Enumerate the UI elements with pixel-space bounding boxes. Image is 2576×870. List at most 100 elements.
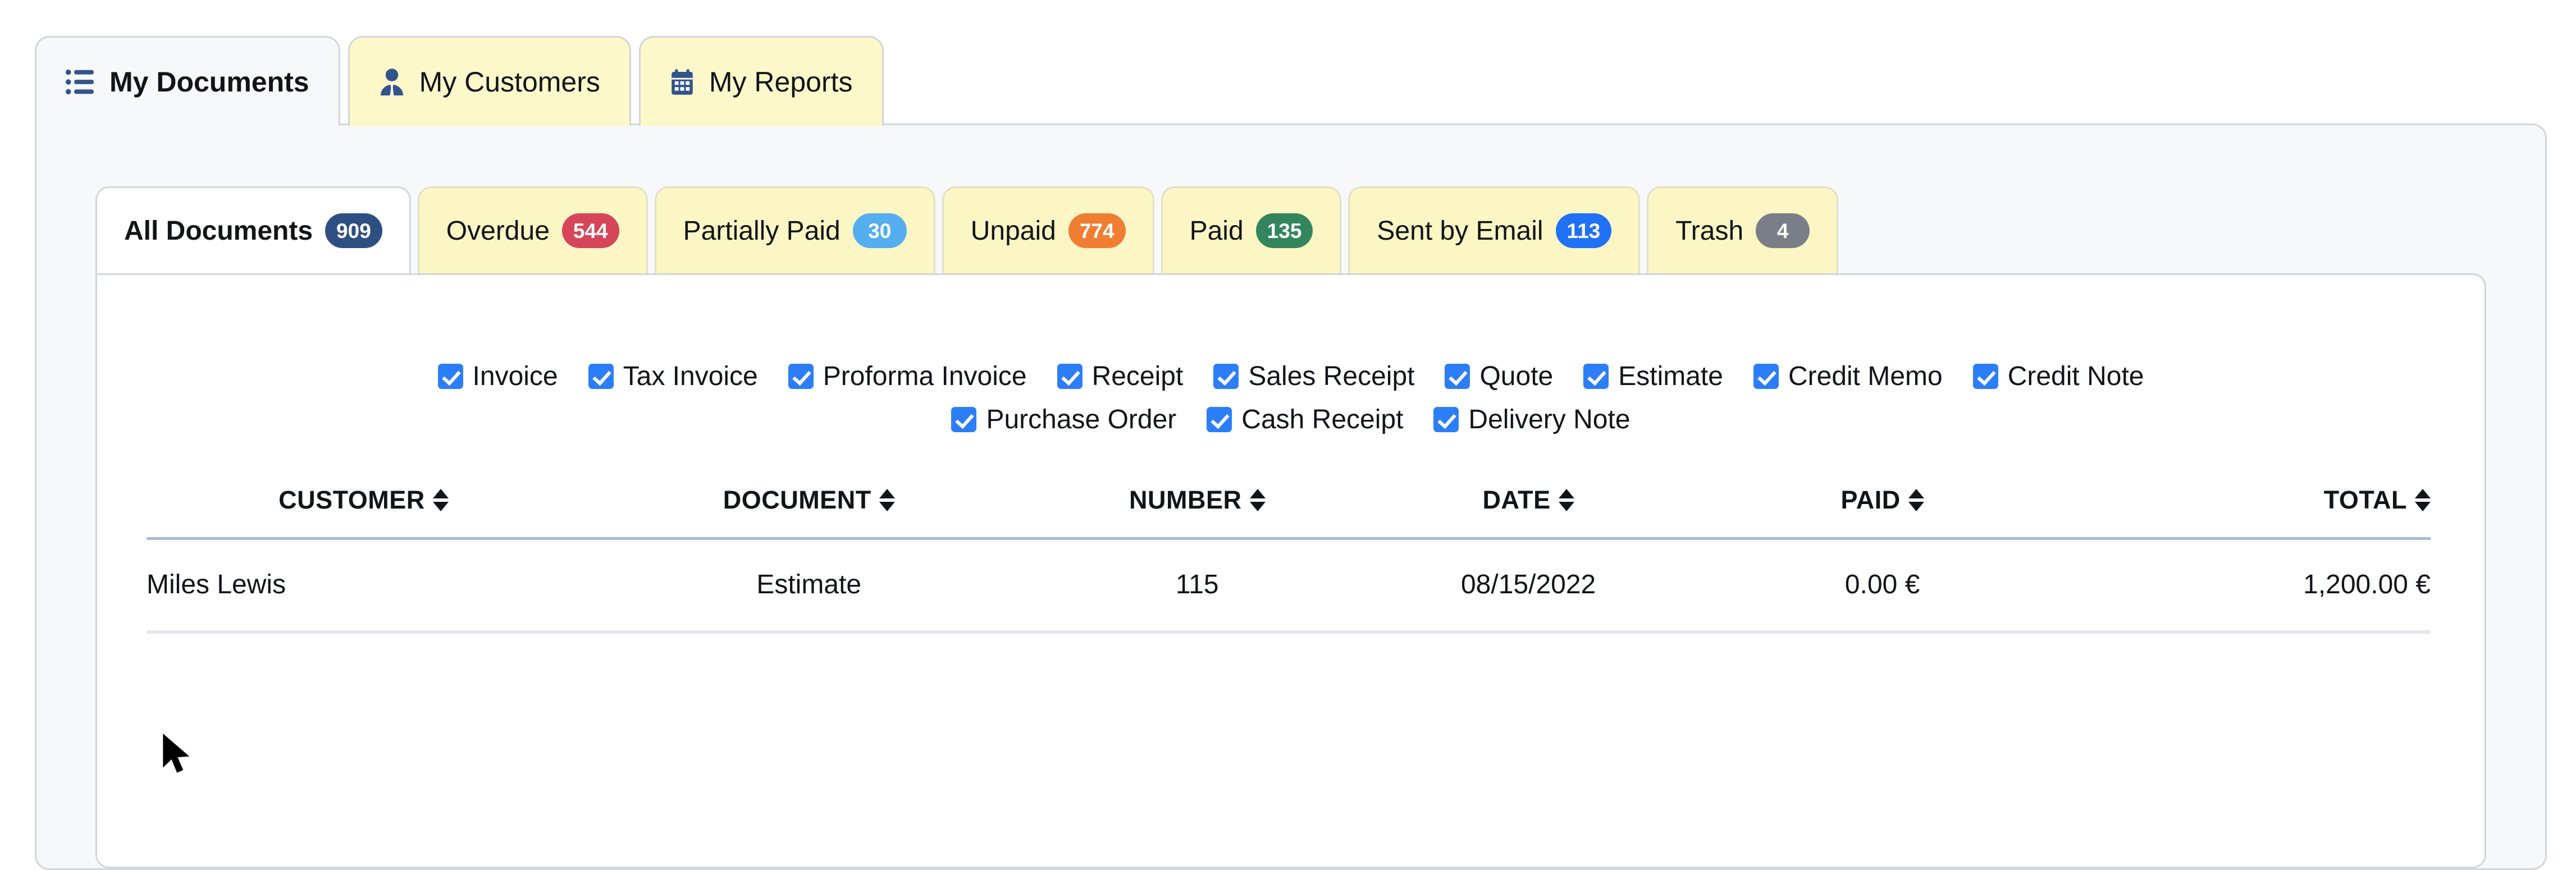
- filter-label: Delivery Note: [1468, 405, 1630, 434]
- filter-label: Invoice: [472, 361, 558, 391]
- filter-label: Tax Invoice: [623, 361, 758, 391]
- status-badge: 113: [1555, 213, 1612, 248]
- col-header-number[interactable]: NUMBER: [1038, 486, 1358, 537]
- table-header-row: CUSTOMER DOCUMENT NUMBER DATE PAID TOTAL: [147, 486, 2431, 537]
- filter-invoice[interactable]: Invoice: [437, 361, 558, 392]
- list-icon: [66, 68, 95, 95]
- checkbox-checked-icon[interactable]: [1972, 364, 1998, 389]
- subtab-label: All Documents: [124, 216, 313, 246]
- sort-toggle-icon[interactable]: [2415, 489, 2431, 511]
- cell-number: 115: [1037, 538, 1358, 634]
- cell-customer[interactable]: Miles Lewis: [147, 538, 581, 634]
- checkbox-checked-icon[interactable]: [1445, 364, 1470, 389]
- sort-toggle-icon[interactable]: [1908, 489, 1924, 511]
- status-filter-tab-bar: All Documents 909 Overdue 544 Partially …: [95, 186, 1845, 273]
- subtab-partially-paid[interactable]: Partially Paid 30: [654, 186, 935, 273]
- filter-credit-note[interactable]: Credit Note: [1972, 361, 2144, 392]
- tab-label: My Documents: [109, 66, 309, 98]
- documents-app: My Documents My Customers My Reports All…: [0, 0, 2576, 870]
- col-header-label: PAID: [1840, 486, 1901, 514]
- filter-row-2: Purchase Order Cash Receipt Delivery Not…: [97, 404, 2484, 435]
- cell-document: Estimate: [580, 538, 1038, 634]
- document-type-filters: Invoice Tax Invoice Proforma Invoice Rec…: [97, 361, 2484, 447]
- documents-table: CUSTOMER DOCUMENT NUMBER DATE PAID TOTAL…: [147, 486, 2431, 634]
- filter-label: Credit Memo: [1788, 361, 1943, 391]
- status-badge: 4: [1756, 213, 1810, 248]
- col-header-document[interactable]: DOCUMENT: [581, 486, 1038, 537]
- filter-proforma-invoice[interactable]: Proforma Invoice: [788, 361, 1027, 392]
- subtab-label: Overdue: [446, 216, 550, 246]
- filter-credit-memo[interactable]: Credit Memo: [1753, 361, 1943, 392]
- filter-sales-receipt[interactable]: Sales Receipt: [1213, 361, 1414, 392]
- checkbox-checked-icon[interactable]: [788, 364, 814, 389]
- col-header-label: TOTAL: [2323, 486, 2407, 514]
- status-badge: 135: [1255, 213, 1313, 248]
- user-icon: [379, 68, 405, 96]
- filter-label: Estimate: [1618, 361, 1723, 391]
- col-header-total[interactable]: TOTAL: [2065, 486, 2431, 537]
- sort-toggle-icon[interactable]: [879, 489, 895, 511]
- status-badge: 774: [1068, 213, 1126, 248]
- filter-tax-invoice[interactable]: Tax Invoice: [588, 361, 758, 392]
- cell-date: 08/15/2022: [1357, 538, 1700, 634]
- subtab-unpaid[interactable]: Unpaid 774: [942, 186, 1154, 273]
- calendar-icon: [670, 68, 695, 96]
- subtab-label: Trash: [1675, 216, 1744, 246]
- col-header-label: NUMBER: [1129, 486, 1242, 514]
- tab-my-reports[interactable]: My Reports: [638, 36, 884, 126]
- filter-cash-receipt[interactable]: Cash Receipt: [1207, 404, 1403, 435]
- subtab-trash[interactable]: Trash 4: [1647, 186, 1839, 273]
- col-header-label: DOCUMENT: [723, 486, 871, 514]
- tab-my-customers[interactable]: My Customers: [348, 36, 631, 126]
- checkbox-checked-icon[interactable]: [951, 407, 977, 432]
- filter-receipt[interactable]: Receipt: [1057, 361, 1184, 392]
- sort-toggle-icon[interactable]: [432, 489, 449, 511]
- filter-label: Proforma Invoice: [823, 361, 1027, 391]
- subtab-label: Paid: [1189, 216, 1244, 246]
- status-badge: 30: [852, 213, 907, 248]
- filter-estimate[interactable]: Estimate: [1583, 361, 1723, 392]
- tab-label: My Reports: [709, 66, 853, 98]
- subtab-sent-by-email[interactable]: Sent by Email 113: [1348, 186, 1641, 273]
- filter-delivery-note[interactable]: Delivery Note: [1433, 404, 1630, 435]
- checkbox-checked-icon[interactable]: [1753, 364, 1779, 389]
- filter-row-1: Invoice Tax Invoice Proforma Invoice Rec…: [97, 361, 2484, 392]
- filter-label: Cash Receipt: [1241, 405, 1404, 434]
- cell-total: 1,200.00 €: [2065, 538, 2431, 634]
- sort-toggle-icon[interactable]: [1558, 489, 1574, 511]
- col-header-date[interactable]: DATE: [1357, 486, 1700, 537]
- checkbox-checked-icon[interactable]: [1583, 364, 1609, 389]
- filter-label: Credit Note: [2007, 361, 2144, 391]
- checkbox-checked-icon[interactable]: [1057, 364, 1083, 389]
- col-header-label: CUSTOMER: [278, 486, 425, 514]
- filter-label: Sales Receipt: [1248, 361, 1415, 391]
- table-row[interactable]: Miles Lewis Estimate 115 08/15/2022 0.00…: [147, 538, 2431, 634]
- subtab-paid[interactable]: Paid 135: [1161, 186, 1342, 273]
- subtab-label: Unpaid: [970, 216, 1056, 246]
- documents-list-panel: Invoice Tax Invoice Proforma Invoice Rec…: [95, 273, 2486, 868]
- filter-purchase-order[interactable]: Purchase Order: [951, 404, 1176, 435]
- filter-label: Quote: [1479, 361, 1554, 391]
- checkbox-checked-icon[interactable]: [437, 364, 463, 389]
- col-header-label: DATE: [1482, 486, 1551, 514]
- filter-quote[interactable]: Quote: [1445, 361, 1553, 392]
- subtab-all-documents[interactable]: All Documents 909: [95, 186, 411, 273]
- checkbox-checked-icon[interactable]: [1433, 407, 1459, 432]
- checkbox-checked-icon[interactable]: [1213, 364, 1239, 389]
- subtab-overdue[interactable]: Overdue 544: [417, 186, 648, 273]
- subtab-label: Partially Paid: [683, 216, 841, 246]
- sort-toggle-icon[interactable]: [1249, 489, 1266, 511]
- col-header-customer[interactable]: CUSTOMER: [147, 486, 581, 537]
- checkbox-checked-icon[interactable]: [588, 364, 614, 389]
- filter-label: Purchase Order: [986, 405, 1177, 434]
- tab-my-documents[interactable]: My Documents: [35, 36, 340, 126]
- status-badge: 544: [561, 213, 619, 248]
- filter-label: Receipt: [1091, 361, 1184, 391]
- status-badge: 909: [325, 213, 382, 248]
- tab-label: My Customers: [419, 66, 600, 98]
- col-header-paid[interactable]: PAID: [1700, 486, 2065, 537]
- subtab-label: Sent by Email: [1377, 216, 1543, 246]
- cell-paid: 0.00 €: [1700, 538, 2066, 634]
- primary-tab-bar: My Documents My Customers My Reports: [35, 36, 892, 126]
- checkbox-checked-icon[interactable]: [1207, 407, 1232, 432]
